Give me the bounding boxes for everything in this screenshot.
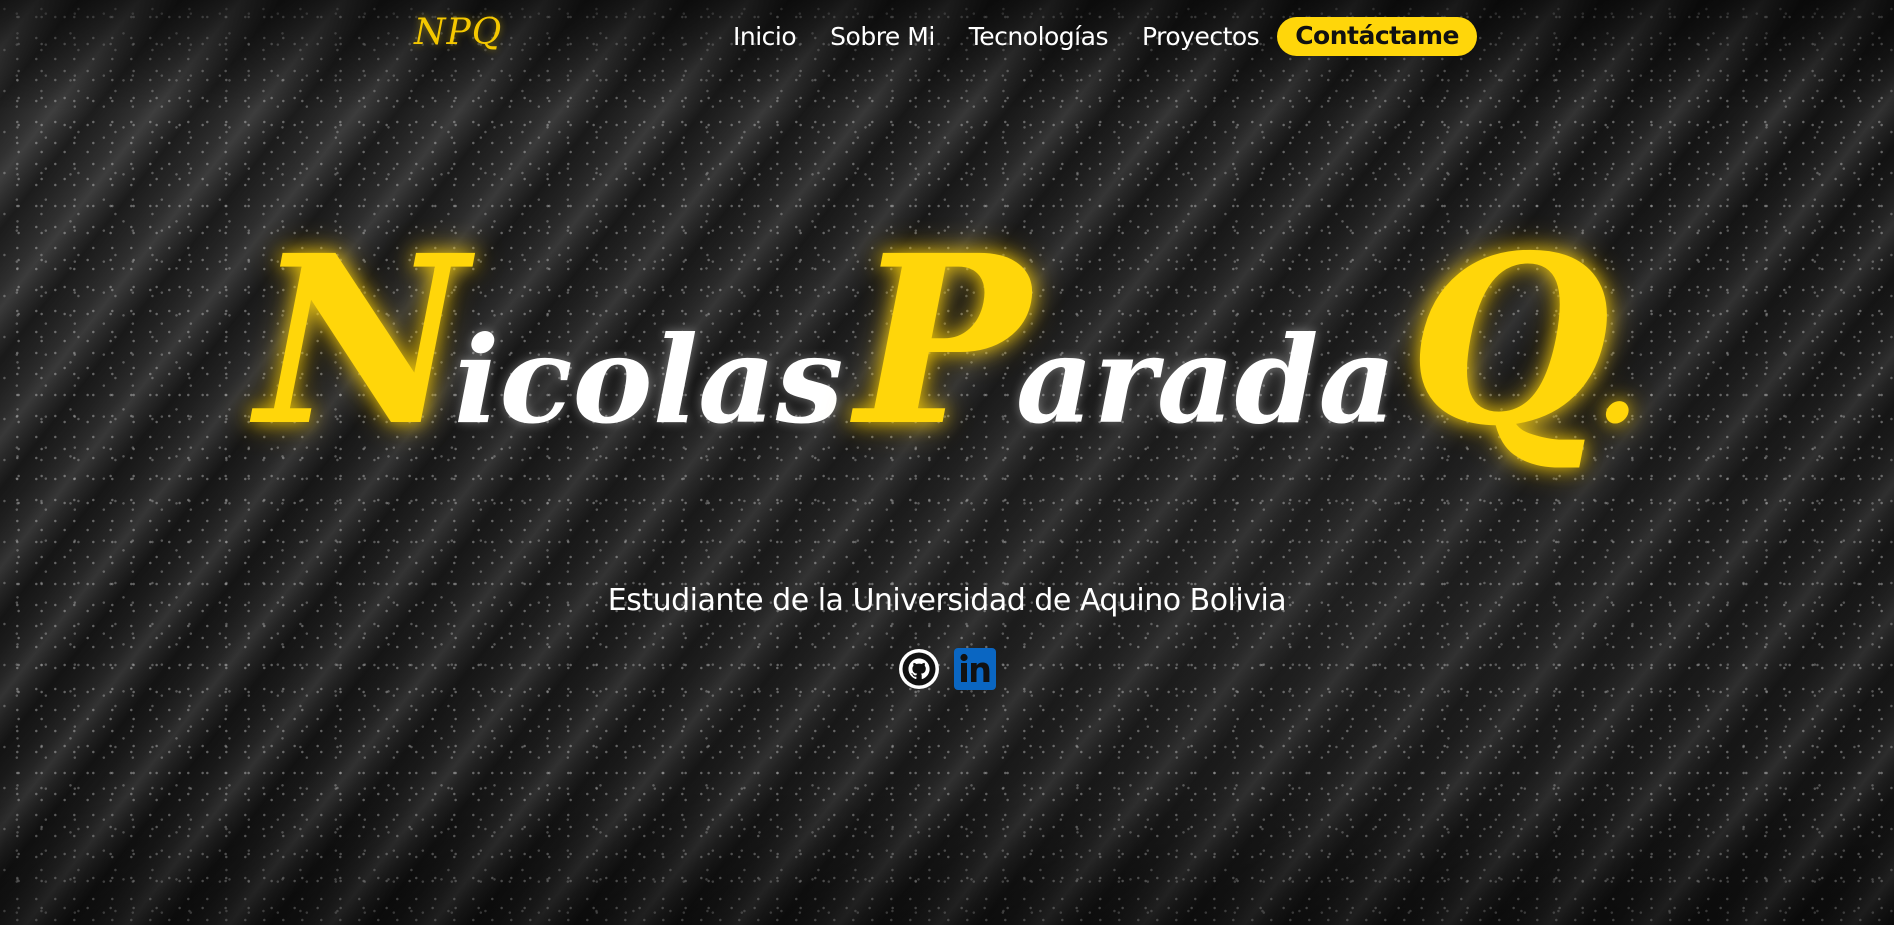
name-initial: Q: [1408, 204, 1611, 477]
nav-link-tecnologias[interactable]: Tecnologías: [969, 22, 1109, 51]
nav-link-inicio[interactable]: Inicio: [733, 22, 797, 51]
social-links: [0, 647, 1894, 691]
hero-subtitle: Estudiante de la Universidad de Aquino B…: [607, 583, 1287, 618]
name-initial: N: [255, 204, 468, 477]
nav-link-proyectos[interactable]: Proyectos: [1142, 22, 1260, 51]
name-rest: icolas: [453, 310, 844, 451]
nav-link-sobre-mi[interactable]: Sobre Mi: [830, 22, 935, 51]
hero-name: N icolas P arada Q .: [0, 225, 1894, 457]
contact-button[interactable]: Contáctame: [1277, 17, 1477, 56]
nav-links: Inicio Sobre Mi Tecnologías Proyectos Co…: [733, 17, 1477, 56]
name-initial: P: [855, 204, 1030, 477]
github-link[interactable]: [897, 647, 941, 691]
navbar: NPQ Inicio Sobre Mi Tecnologías Proyecto…: [0, 0, 1894, 72]
linkedin-link[interactable]: [953, 647, 997, 691]
name-rest: arada: [1015, 310, 1397, 451]
github-icon: [899, 649, 939, 689]
name-rest: .: [1596, 310, 1639, 451]
name-word-first: N icolas: [256, 225, 844, 457]
name-word-second-last: Q .: [1408, 225, 1638, 457]
name-word-last: P arada: [855, 225, 1396, 457]
site-logo[interactable]: NPQ: [414, 12, 502, 53]
linkedin-icon: [954, 648, 996, 690]
